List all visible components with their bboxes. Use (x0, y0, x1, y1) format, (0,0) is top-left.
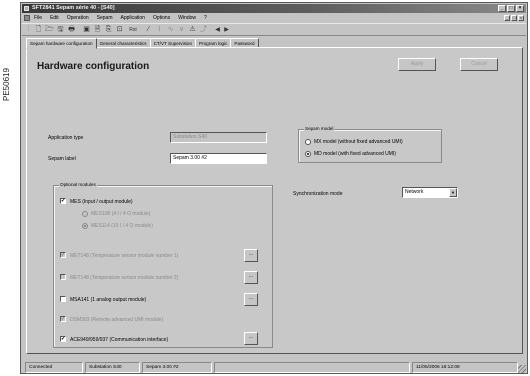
cancel-button[interactable]: Cancel (460, 58, 498, 71)
optional-modules-title: Optional modules (59, 182, 97, 188)
title-bar[interactable]: SFT2841 Sepam série 40 - [S40] _ □ × (22, 4, 526, 13)
ace-checkbox[interactable]: ✔ (60, 336, 66, 342)
dim-tool-4-icon[interactable]: ⤴ (199, 26, 208, 34)
menu-operation[interactable]: Operation (67, 14, 89, 22)
menu-bar: File Edit Operation Sepam Application Op… (22, 14, 526, 22)
reset-button[interactable]: Rst (127, 26, 139, 34)
new-file-icon[interactable]: 🗋 (34, 26, 43, 34)
warning-icon[interactable]: ⚠ (188, 26, 197, 34)
minimize-button[interactable]: _ (498, 5, 506, 12)
application-type-label: Application type (48, 135, 84, 141)
mes108-label[interactable]: MES108 (4 I / 4 O module) (91, 211, 150, 217)
sync-mode-value: Network (405, 189, 424, 195)
menu-sepam[interactable]: Sepam (97, 14, 113, 22)
preview-icon[interactable]: 🗎 (93, 26, 102, 34)
arrow-right-icon[interactable]: ▶ (222, 26, 231, 34)
toolbar: ⁞ 🗋 🗁 🖫 🖶 ▣ 🗎 ⎘ ⊡ Rst ⁄ ⌇ ∿ ∨ ⚠ ⤴ ◀ ▶ (22, 23, 526, 36)
met148-1-settings-button[interactable]: ... (244, 249, 258, 262)
wand-icon[interactable]: ⁄ (144, 26, 153, 34)
optional-modules-group: Optional modules ✔ MES (Input / output m… (53, 182, 273, 348)
met148-2-checkbox[interactable] (60, 274, 66, 280)
connect-icon[interactable]: ⊡ (115, 26, 124, 34)
toolbar-grip-icon: ⁞ (27, 26, 30, 33)
window-title: SFT2841 Sepam série 40 - [S40] (32, 5, 115, 11)
application-window: SFT2841 Sepam série 40 - [S40] _ □ × Fil… (20, 2, 528, 374)
dsm303-checkbox[interactable]: ✔ (60, 316, 66, 322)
mes108-radio[interactable] (82, 211, 88, 217)
sepam-label-field[interactable]: Sepam 3.00 #2 (170, 153, 267, 164)
arrow-left-icon[interactable]: ◀ (213, 26, 222, 34)
md-model-radio[interactable] (305, 151, 311, 157)
copy-to-sepam-icon[interactable]: ⎘ (104, 26, 113, 34)
dsm303-label[interactable]: DSM303 (Remote advanced UMI module) (70, 317, 163, 323)
menu-application[interactable]: Application (121, 14, 145, 22)
mdi-minimize-button[interactable]: _ (504, 15, 510, 21)
dim-tool-3-icon[interactable]: ∨ (177, 26, 186, 34)
close-button[interactable]: × (516, 5, 524, 12)
print-icon[interactable]: 🖶 (67, 26, 76, 34)
md-model-label[interactable]: MD model (with fixed advanced UMI) (314, 151, 396, 157)
menu-options[interactable]: Options (153, 14, 170, 22)
sync-mode-select[interactable]: Network ▼ (402, 187, 458, 198)
open-folder-icon[interactable]: 🗁 (45, 26, 54, 34)
figure-reference-label: PE50619 (2, 68, 11, 102)
msa141-checkbox[interactable] (60, 296, 66, 302)
sepam-model-title: Sepam model (304, 126, 335, 132)
met148-1-label[interactable]: MET148 (Temperature sensor module number… (70, 253, 178, 259)
status-sepam: Sepam 3.00 #2 (142, 362, 212, 373)
ace-settings-button[interactable]: ... (244, 332, 258, 345)
tab-hardware-configuration[interactable]: Sepam hardware configuration (26, 38, 97, 49)
status-connection: Connected (25, 362, 83, 373)
met148-2-settings-button[interactable]: ... (244, 271, 258, 284)
application-type-field: Substation S40 (170, 132, 267, 143)
document-icon[interactable] (24, 15, 30, 21)
page-title: Hardware configuration (37, 61, 150, 72)
msa141-label[interactable]: MSA141 (1 analog output module) (70, 297, 146, 303)
menu-window[interactable]: Window (178, 14, 196, 22)
dim-tool-2-icon[interactable]: ∿ (166, 26, 175, 34)
apply-button[interactable]: Apply (398, 58, 436, 71)
status-application: Substation S40 (85, 362, 140, 373)
disk-icon[interactable]: ▣ (82, 26, 91, 34)
ace-label[interactable]: ACE949/959/937 (Communication interface) (70, 337, 168, 343)
sepam-model-group: Sepam model MX model (without fixed adva… (298, 126, 442, 163)
menu-help[interactable]: ? (204, 14, 207, 22)
tab-panel: Hardware configuration Apply Cancel Appl… (26, 47, 523, 354)
chevron-down-icon[interactable]: ▼ (449, 188, 457, 197)
dim-tool-1-icon[interactable]: ⌇ (155, 26, 164, 34)
save-icon[interactable]: 🖫 (56, 26, 65, 34)
status-bar: Connected Substation S40 Sepam 3.00 #2 1… (22, 362, 526, 373)
met148-1-checkbox[interactable]: ✔ (60, 252, 66, 258)
mes-checkbox[interactable]: ✔ (60, 198, 66, 204)
mes114-radio[interactable] (82, 223, 88, 229)
mx-model-label[interactable]: MX model (without fixed advanced UMI) (314, 139, 403, 145)
mx-model-radio[interactable] (305, 139, 311, 145)
maximize-button[interactable]: □ (507, 5, 515, 12)
sepam-label-label: Sepam label (48, 156, 76, 162)
resize-grip-icon[interactable] (518, 365, 526, 373)
status-empty (214, 362, 410, 373)
met148-2-label[interactable]: MET148 (Temperature sensor module number… (70, 275, 178, 281)
menu-edit[interactable]: Edit (50, 14, 59, 22)
mes-label[interactable]: MES (Input / output module) (70, 199, 133, 205)
msa141-settings-button[interactable]: ... (244, 293, 258, 306)
mdi-close-button[interactable]: × (518, 15, 524, 21)
status-datetime: 11/05/2006 16:12:08 (412, 362, 518, 373)
menu-file[interactable]: File (34, 14, 42, 22)
sync-mode-label: Synchronization mode (293, 191, 343, 197)
mes114-label[interactable]: MES114 (10 I / 4 O module) (91, 223, 153, 229)
mdi-restore-button[interactable]: □ (511, 15, 517, 21)
app-icon[interactable] (24, 6, 29, 11)
